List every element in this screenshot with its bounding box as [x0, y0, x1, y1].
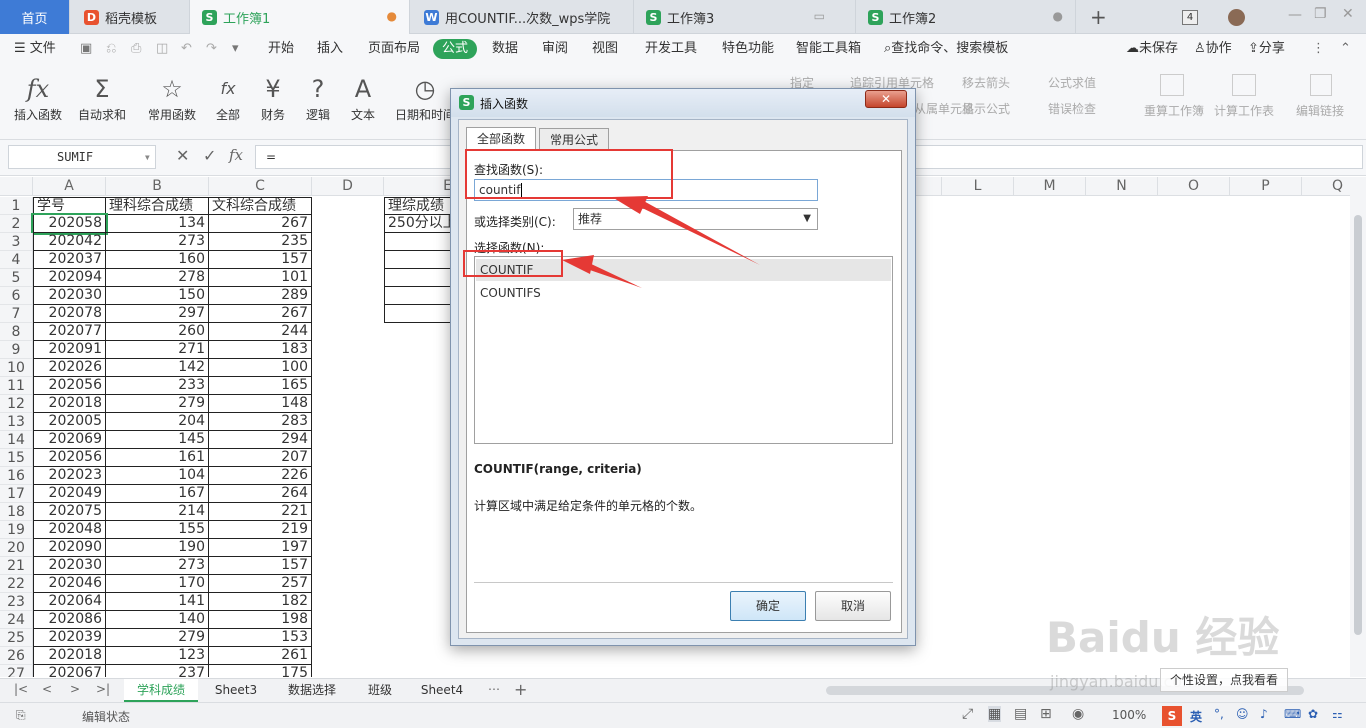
arrow-shaft-countif — [584, 262, 642, 288]
arrow-shaft-search — [636, 199, 760, 265]
arrow-head-search — [612, 196, 648, 214]
arrow-head-countif — [562, 255, 594, 274]
annotation-arrows — [562, 196, 760, 288]
